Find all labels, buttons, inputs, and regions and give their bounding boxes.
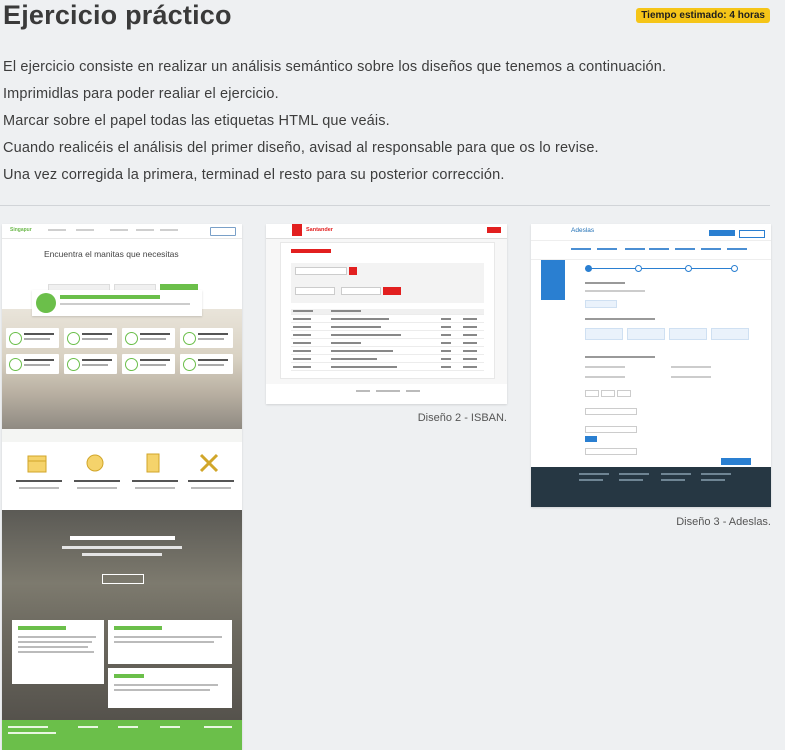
design-3-sidebar: [541, 260, 565, 300]
exercise-description: El ejercicio consiste en realizar un aná…: [3, 54, 773, 189]
design-1-features: [2, 442, 242, 512]
design-3-logo: Adeslas: [571, 227, 595, 234]
design-1-footer: [2, 720, 242, 750]
design-2-thumbnail[interactable]: Santander: [266, 224, 507, 404]
design-3-topbar: Adeslas: [531, 224, 771, 240]
description-line: Marcar sobre el papel todas las etiqueta…: [3, 113, 390, 129]
design-1-navbar: Singapur: [2, 224, 242, 239]
design-2-caption: Diseño 2 - ISBAN.: [417, 412, 507, 424]
design-3-footer: [531, 467, 771, 507]
design-1-thumbnail[interactable]: Singapur Encuentra el manitas que necesi…: [2, 224, 242, 750]
design-2-brand: Santander: [306, 227, 333, 233]
design-1-logo: Singapur: [10, 227, 32, 233]
description-line: El ejercicio consiste en realizar un aná…: [3, 59, 667, 75]
design-3-nav: [531, 240, 771, 260]
design-3-form: [571, 260, 751, 466]
description-line: Imprimidlas para poder realiar el ejerci…: [3, 86, 279, 102]
design-2-footer: [266, 384, 507, 404]
design-2-account-panel: [280, 242, 495, 379]
design-3-thumbnail[interactable]: Adeslas: [531, 224, 771, 507]
description-line: Cuando realicéis el análisis del primer …: [3, 140, 599, 156]
page-title: Ejercicio práctico: [3, 0, 232, 30]
design-1-popup: [32, 290, 202, 316]
design-2-topbar: Santander: [266, 224, 507, 239]
section-divider: [0, 205, 770, 206]
description-line: Una vez corregida la primera, terminad e…: [3, 167, 505, 183]
design-1-company-section: [2, 510, 242, 720]
design-1-hero-title: Encuentra el manitas que necesitas: [44, 249, 179, 259]
estimated-time-badge: Tiempo estimado: 4 horas: [636, 8, 770, 23]
design-3-caption: Diseño 3 - Adeslas.: [676, 516, 771, 528]
